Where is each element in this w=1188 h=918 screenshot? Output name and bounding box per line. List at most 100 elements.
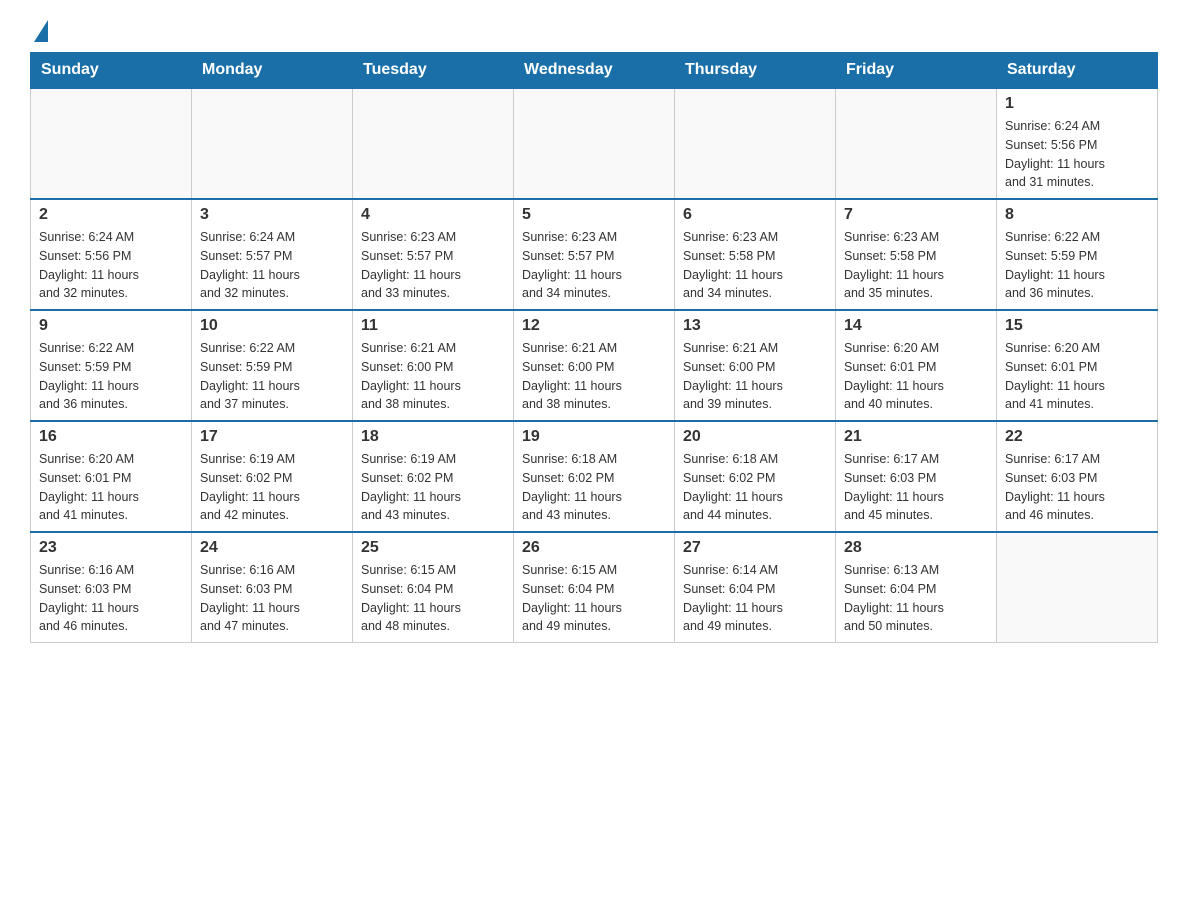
day-info: Sunrise: 6:22 AM Sunset: 5:59 PM Dayligh… xyxy=(39,339,183,414)
calendar-header-tuesday: Tuesday xyxy=(353,53,514,89)
day-info: Sunrise: 6:22 AM Sunset: 5:59 PM Dayligh… xyxy=(1005,228,1149,303)
day-number: 2 xyxy=(39,206,183,224)
day-number: 22 xyxy=(1005,428,1149,446)
calendar-header-sunday: Sunday xyxy=(31,53,192,89)
day-number: 15 xyxy=(1005,317,1149,335)
day-info: Sunrise: 6:22 AM Sunset: 5:59 PM Dayligh… xyxy=(200,339,344,414)
calendar-header-thursday: Thursday xyxy=(675,53,836,89)
calendar-day-empty xyxy=(836,88,997,199)
calendar-header-monday: Monday xyxy=(192,53,353,89)
day-info: Sunrise: 6:16 AM Sunset: 6:03 PM Dayligh… xyxy=(200,561,344,636)
calendar-day-empty xyxy=(675,88,836,199)
calendar-day-13: 13 Sunrise: 6:21 AM Sunset: 6:00 PM Dayli… xyxy=(675,310,836,421)
logo-general xyxy=(30,20,48,42)
day-info: Sunrise: 6:15 AM Sunset: 6:04 PM Dayligh… xyxy=(522,561,666,636)
logo xyxy=(30,20,48,42)
day-info: Sunrise: 6:19 AM Sunset: 6:02 PM Dayligh… xyxy=(200,450,344,525)
calendar-header-saturday: Saturday xyxy=(997,53,1158,89)
calendar-day-empty xyxy=(31,88,192,199)
day-info: Sunrise: 6:17 AM Sunset: 6:03 PM Dayligh… xyxy=(844,450,988,525)
calendar-day-9: 9 Sunrise: 6:22 AM Sunset: 5:59 PM Daylig… xyxy=(31,310,192,421)
day-info: Sunrise: 6:24 AM Sunset: 5:56 PM Dayligh… xyxy=(39,228,183,303)
calendar-day-7: 7 Sunrise: 6:23 AM Sunset: 5:58 PM Daylig… xyxy=(836,199,997,310)
day-number: 23 xyxy=(39,539,183,557)
calendar-day-21: 21 Sunrise: 6:17 AM Sunset: 6:03 PM Dayli… xyxy=(836,421,997,532)
day-number: 12 xyxy=(522,317,666,335)
day-number: 11 xyxy=(361,317,505,335)
calendar-week-row-2: 2 Sunrise: 6:24 AM Sunset: 5:56 PM Daylig… xyxy=(31,199,1158,310)
day-info: Sunrise: 6:16 AM Sunset: 6:03 PM Dayligh… xyxy=(39,561,183,636)
calendar-day-empty xyxy=(997,532,1158,643)
page-header xyxy=(30,20,1158,42)
calendar-day-17: 17 Sunrise: 6:19 AM Sunset: 6:02 PM Dayli… xyxy=(192,421,353,532)
day-info: Sunrise: 6:20 AM Sunset: 6:01 PM Dayligh… xyxy=(844,339,988,414)
calendar-day-8: 8 Sunrise: 6:22 AM Sunset: 5:59 PM Daylig… xyxy=(997,199,1158,310)
calendar-day-3: 3 Sunrise: 6:24 AM Sunset: 5:57 PM Daylig… xyxy=(192,199,353,310)
calendar-day-26: 26Sunrise: 6:15 AM Sunset: 6:04 PM Dayli… xyxy=(514,532,675,643)
day-number: 21 xyxy=(844,428,988,446)
day-info: Sunrise: 6:17 AM Sunset: 6:03 PM Dayligh… xyxy=(1005,450,1149,525)
day-number: 9 xyxy=(39,317,183,335)
day-number: 14 xyxy=(844,317,988,335)
day-number: 28 xyxy=(844,539,988,557)
day-info: Sunrise: 6:23 AM Sunset: 5:57 PM Dayligh… xyxy=(522,228,666,303)
calendar-day-24: 24 Sunrise: 6:16 AM Sunset: 6:03 PM Dayli… xyxy=(192,532,353,643)
day-number: 8 xyxy=(1005,206,1149,224)
calendar-day-6: 6 Sunrise: 6:23 AM Sunset: 5:58 PM Daylig… xyxy=(675,199,836,310)
day-info: Sunrise: 6:24 AM Sunset: 5:57 PM Dayligh… xyxy=(200,228,344,303)
day-info: Sunrise: 6:18 AM Sunset: 6:02 PM Dayligh… xyxy=(522,450,666,525)
day-number: 7 xyxy=(844,206,988,224)
calendar-week-row-4: 16 Sunrise: 6:20 AM Sunset: 6:01 PM Dayli… xyxy=(31,421,1158,532)
calendar-day-20: 20 Sunrise: 6:18 AM Sunset: 6:02 PM Dayli… xyxy=(675,421,836,532)
day-info: Sunrise: 6:19 AM Sunset: 6:02 PM Dayligh… xyxy=(361,450,505,525)
calendar-day-15: 15 Sunrise: 6:20 AM Sunset: 6:01 PM Dayli… xyxy=(997,310,1158,421)
calendar-day-4: 4 Sunrise: 6:23 AM Sunset: 5:57 PM Daylig… xyxy=(353,199,514,310)
day-info: Sunrise: 6:13 AM Sunset: 6:04 PM Dayligh… xyxy=(844,561,988,636)
calendar-week-row-3: 9 Sunrise: 6:22 AM Sunset: 5:59 PM Daylig… xyxy=(31,310,1158,421)
calendar-day-empty xyxy=(514,88,675,199)
calendar-day-14: 14 Sunrise: 6:20 AM Sunset: 6:01 PM Dayli… xyxy=(836,310,997,421)
day-info: Sunrise: 6:15 AM Sunset: 6:04 PM Dayligh… xyxy=(361,561,505,636)
day-number: 20 xyxy=(683,428,827,446)
day-info: Sunrise: 6:21 AM Sunset: 6:00 PM Dayligh… xyxy=(522,339,666,414)
day-info: Sunrise: 6:14 AM Sunset: 6:04 PM Dayligh… xyxy=(683,561,827,636)
day-number: 6 xyxy=(683,206,827,224)
day-info: Sunrise: 6:20 AM Sunset: 6:01 PM Dayligh… xyxy=(39,450,183,525)
day-number: 3 xyxy=(200,206,344,224)
day-info: Sunrise: 6:23 AM Sunset: 5:57 PM Dayligh… xyxy=(361,228,505,303)
calendar-day-23: 23 Sunrise: 6:16 AM Sunset: 6:03 PM Dayli… xyxy=(31,532,192,643)
calendar-day-empty xyxy=(353,88,514,199)
calendar-day-empty xyxy=(192,88,353,199)
calendar-day-19: 19 Sunrise: 6:18 AM Sunset: 6:02 PM Dayli… xyxy=(514,421,675,532)
day-number: 19 xyxy=(522,428,666,446)
day-number: 13 xyxy=(683,317,827,335)
calendar-header-wednesday: Wednesday xyxy=(514,53,675,89)
day-number: 16 xyxy=(39,428,183,446)
calendar-day-1: 1 Sunrise: 6:24 AM Sunset: 5:56 PM Daylig… xyxy=(997,88,1158,199)
day-number: 24 xyxy=(200,539,344,557)
day-number: 10 xyxy=(200,317,344,335)
calendar-week-row-5: 23 Sunrise: 6:16 AM Sunset: 6:03 PM Dayli… xyxy=(31,532,1158,643)
calendar-header-row: SundayMondayTuesdayWednesdayThursdayFrid… xyxy=(31,53,1158,89)
calendar-day-2: 2 Sunrise: 6:24 AM Sunset: 5:56 PM Daylig… xyxy=(31,199,192,310)
day-info: Sunrise: 6:20 AM Sunset: 6:01 PM Dayligh… xyxy=(1005,339,1149,414)
day-info: Sunrise: 6:18 AM Sunset: 6:02 PM Dayligh… xyxy=(683,450,827,525)
calendar-day-10: 10 Sunrise: 6:22 AM Sunset: 5:59 PM Dayli… xyxy=(192,310,353,421)
calendar-table: SundayMondayTuesdayWednesdayThursdayFrid… xyxy=(30,52,1158,643)
logo-triangle-icon xyxy=(34,20,48,42)
calendar-day-22: 22 Sunrise: 6:17 AM Sunset: 6:03 PM Dayli… xyxy=(997,421,1158,532)
day-info: Sunrise: 6:21 AM Sunset: 6:00 PM Dayligh… xyxy=(361,339,505,414)
day-info: Sunrise: 6:23 AM Sunset: 5:58 PM Dayligh… xyxy=(844,228,988,303)
day-number: 17 xyxy=(200,428,344,446)
day-info: Sunrise: 6:21 AM Sunset: 6:00 PM Dayligh… xyxy=(683,339,827,414)
day-number: 1 xyxy=(1005,95,1149,113)
day-info: Sunrise: 6:23 AM Sunset: 5:58 PM Dayligh… xyxy=(683,228,827,303)
calendar-day-5: 5Sunrise: 6:23 AM Sunset: 5:57 PM Daylig… xyxy=(514,199,675,310)
calendar-week-row-1: 1 Sunrise: 6:24 AM Sunset: 5:56 PM Daylig… xyxy=(31,88,1158,199)
day-number: 25 xyxy=(361,539,505,557)
calendar-day-25: 25 Sunrise: 6:15 AM Sunset: 6:04 PM Dayli… xyxy=(353,532,514,643)
day-number: 4 xyxy=(361,206,505,224)
day-info: Sunrise: 6:24 AM Sunset: 5:56 PM Dayligh… xyxy=(1005,117,1149,192)
calendar-day-27: 27Sunrise: 6:14 AM Sunset: 6:04 PM Dayli… xyxy=(675,532,836,643)
day-number: 18 xyxy=(361,428,505,446)
